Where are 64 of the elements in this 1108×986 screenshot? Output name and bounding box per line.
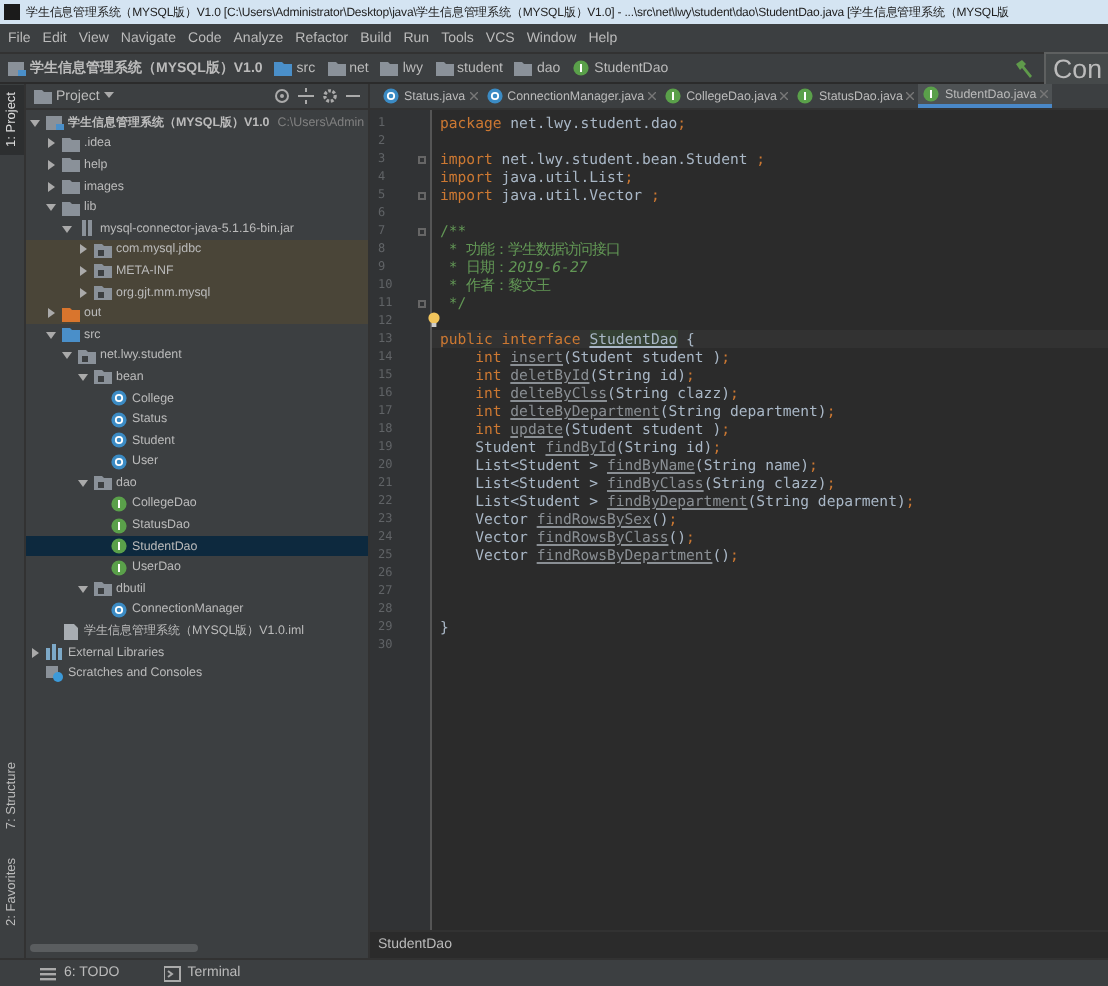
folder-icon	[435, 60, 453, 76]
collapsed-arrow-icon[interactable]	[30, 647, 40, 658]
close-icon[interactable]	[648, 92, 657, 100]
expanded-arrow-icon[interactable]	[62, 223, 72, 234]
package-folder-icon	[94, 368, 112, 385]
fold-marker-icon[interactable]	[418, 227, 426, 235]
collapsed-arrow-icon[interactable]	[46, 138, 56, 149]
folder-icon	[380, 60, 399, 76]
app-icon	[4, 4, 20, 20]
collapsed-arrow-icon[interactable]	[78, 287, 88, 298]
libraries-icon	[46, 644, 64, 661]
folder-icon	[327, 60, 346, 76]
interface-icon	[110, 538, 128, 555]
interface-icon	[572, 60, 591, 76]
caret-icon[interactable]	[103, 92, 114, 100]
expanded-arrow-icon[interactable]	[78, 583, 88, 594]
collapsed-arrow-icon[interactable]	[46, 181, 56, 192]
class-icon	[382, 88, 400, 104]
lightbulb-icon[interactable]	[428, 312, 440, 328]
fold-marker-icon[interactable]	[418, 155, 426, 163]
interface-icon	[796, 88, 815, 104]
module-icon	[46, 114, 64, 131]
interface-icon	[110, 495, 128, 512]
module-icon	[8, 60, 26, 76]
package-folder-icon	[94, 580, 112, 597]
jar-icon	[78, 220, 96, 237]
expanded-arrow-icon[interactable]	[46, 329, 56, 340]
folder-icon	[274, 60, 293, 76]
close-icon[interactable]	[780, 92, 789, 100]
interface-icon	[664, 88, 683, 104]
collapsed-arrow-icon[interactable]	[46, 159, 56, 170]
close-icon[interactable]	[469, 92, 478, 100]
interface-icon	[110, 559, 128, 576]
package-folder-icon	[94, 262, 112, 279]
package-folder-icon	[94, 241, 112, 258]
collapsed-arrow-icon[interactable]	[78, 265, 88, 276]
hammer-icon[interactable]	[1013, 59, 1032, 77]
run-config-dropdown[interactable]: Con	[1043, 51, 1108, 85]
close-icon[interactable]	[906, 92, 915, 100]
expanded-arrow-icon[interactable]	[30, 117, 40, 128]
list-icon	[40, 965, 58, 981]
fold-marker-icon[interactable]	[418, 191, 426, 199]
terminal-icon	[163, 965, 182, 981]
scratches-icon	[46, 665, 64, 682]
expanded-arrow-icon[interactable]	[62, 350, 72, 361]
expanded-arrow-icon[interactable]	[78, 477, 88, 488]
expanded-arrow-icon[interactable]	[46, 202, 56, 213]
collapse-icon[interactable]	[298, 88, 314, 104]
package-folder-icon	[94, 284, 112, 301]
class-icon	[110, 601, 128, 618]
collapsed-arrow-icon[interactable]	[78, 244, 88, 255]
package-folder-icon	[94, 474, 112, 491]
class-icon	[485, 88, 504, 104]
target-icon[interactable]	[274, 88, 290, 104]
folder-icon	[514, 60, 533, 76]
fold-marker-icon[interactable]	[418, 299, 426, 307]
package-folder-icon	[78, 347, 96, 364]
folder-icon	[34, 88, 52, 104]
expanded-arrow-icon[interactable]	[78, 371, 88, 382]
settings-icon[interactable]	[322, 88, 338, 104]
collapsed-arrow-icon[interactable]	[46, 308, 56, 319]
file-icon	[62, 623, 80, 640]
interface-icon	[922, 86, 941, 102]
interface-icon	[110, 517, 128, 534]
